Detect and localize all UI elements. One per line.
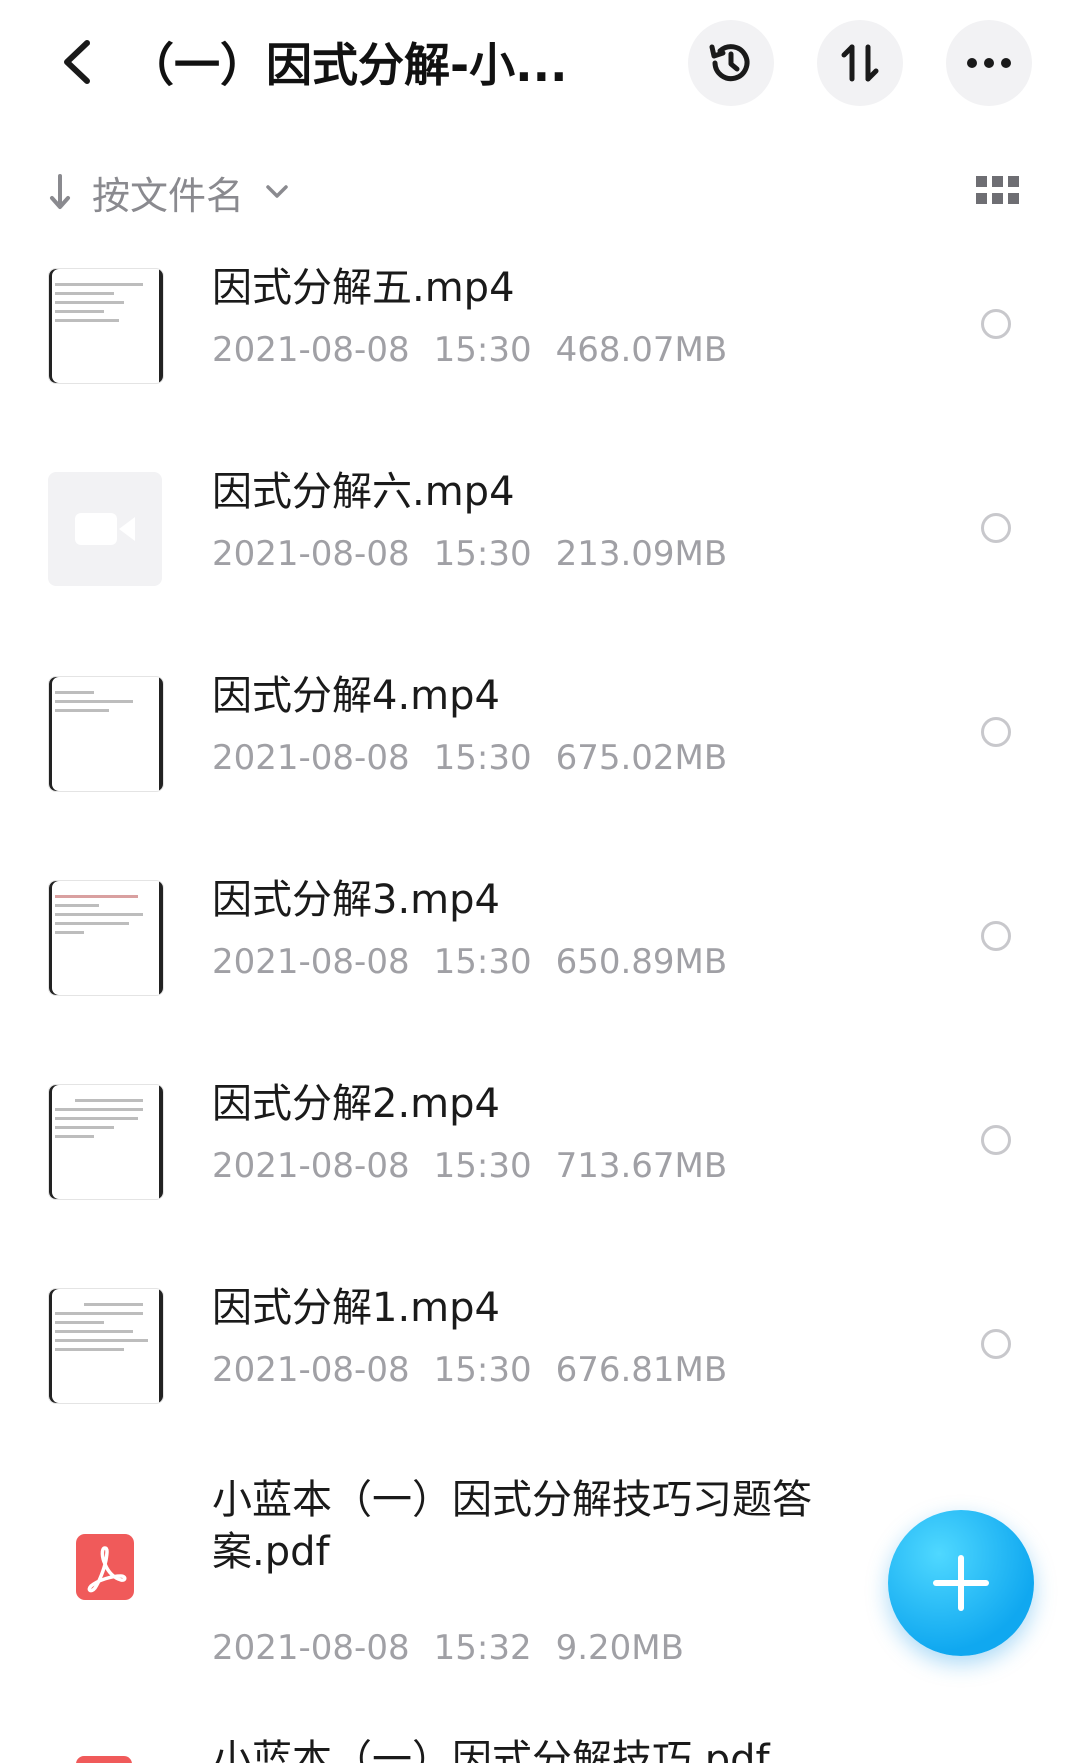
file-thumbnail	[48, 1510, 162, 1624]
file-time: 15:30	[433, 330, 532, 370]
file-size: 713.67MB	[555, 1146, 728, 1186]
file-date: 2021-08-08	[212, 942, 410, 982]
select-radio[interactable]	[981, 513, 1011, 543]
file-time: 15:30	[433, 1146, 532, 1186]
file-meta: 2021-08-08 15:30 675.02MB	[212, 736, 727, 780]
video-camera-icon	[75, 513, 135, 545]
file-date: 2021-08-08	[212, 738, 410, 778]
file-thumbnail	[48, 676, 164, 792]
history-button[interactable]	[688, 20, 774, 106]
plus-icon	[933, 1555, 989, 1611]
file-meta: 2021-08-08 15:30 213.09MB	[212, 532, 727, 576]
header-bar: （一）因式分解-小...	[0, 0, 1080, 130]
file-date: 2021-08-08	[212, 1146, 410, 1186]
file-row[interactable]: 因式分解1.mp4 2021-08-08 15:30 676.81MB	[0, 1270, 1080, 1474]
file-list: 因式分解五.mp4 2021-08-08 15:30 468.07MB 因式分解六.…	[0, 250, 1080, 1724]
sort-order-button[interactable]	[817, 20, 903, 106]
file-size: 650.89MB	[555, 942, 728, 982]
sort-bar: 按文件名	[0, 150, 1080, 230]
sort-by-label: 按文件名	[92, 173, 245, 218]
file-row[interactable]: 因式分解五.mp4 2021-08-08 15:30 468.07MB	[0, 250, 1080, 454]
file-name: 小蓝本（一）因式分解技巧.pdf	[212, 1737, 770, 1763]
more-horizontal-icon	[967, 58, 1011, 68]
select-radio[interactable]	[981, 1329, 1011, 1359]
arrow-down-icon	[50, 174, 70, 209]
file-meta: 2021-08-08 15:30 676.81MB	[212, 1348, 727, 1392]
file-row[interactable]: 因式分解4.mp4 2021-08-08 15:30 675.02MB	[0, 658, 1080, 862]
file-time: 15:30	[433, 1350, 532, 1390]
add-button[interactable]	[888, 1510, 1034, 1656]
select-radio[interactable]	[981, 1125, 1011, 1155]
chevron-down-icon	[266, 185, 288, 198]
file-name: 因式分解2.mp4	[212, 1081, 500, 1127]
file-name: 因式分解3.mp4	[212, 877, 500, 923]
file-meta: 2021-08-08 15:30 713.67MB	[212, 1144, 727, 1188]
file-size: 213.09MB	[555, 534, 728, 574]
file-meta: 2021-08-08 15:30 650.89MB	[212, 940, 727, 984]
file-row[interactable]: 因式分解3.mp4 2021-08-08 15:30 650.89MB	[0, 862, 1080, 1066]
file-time: 15:30	[433, 942, 532, 982]
select-radio[interactable]	[981, 717, 1011, 747]
file-date: 2021-08-08	[212, 534, 410, 574]
file-size: 9.20MB	[555, 1628, 684, 1668]
file-date: 2021-08-08	[212, 1350, 410, 1390]
select-radio[interactable]	[981, 309, 1011, 339]
file-thumbnail	[48, 880, 164, 996]
file-date: 2021-08-08	[212, 330, 410, 370]
file-name: 因式分解六.mp4	[212, 469, 515, 515]
file-name: 因式分解4.mp4	[212, 673, 500, 719]
file-size: 676.81MB	[555, 1350, 728, 1390]
file-row[interactable]: 因式分解2.mp4 2021-08-08 15:30 713.67MB	[0, 1066, 1080, 1270]
page-title: （一）因式分解-小...	[128, 38, 568, 92]
file-size: 468.07MB	[555, 330, 728, 370]
file-thumbnail	[48, 472, 162, 586]
file-meta: 2021-08-08 15:30 468.07MB	[212, 328, 727, 372]
pdf-file-icon	[76, 1756, 132, 1763]
file-row[interactable]: 小蓝本（一）因式分解技巧.pdf	[0, 1720, 1080, 1763]
file-time: 15:30	[433, 534, 532, 574]
file-name: 因式分解五.mp4	[212, 265, 515, 311]
file-time: 15:32	[433, 1628, 532, 1668]
sort-order-icon	[841, 44, 879, 82]
chevron-left-icon	[64, 40, 90, 84]
pdf-file-icon	[76, 1534, 134, 1600]
sort-by-dropdown[interactable]: 按文件名	[44, 164, 290, 220]
file-time: 15:30	[433, 738, 532, 778]
file-size: 675.02MB	[555, 738, 728, 778]
grid-view-icon[interactable]	[976, 176, 1020, 208]
select-radio[interactable]	[981, 921, 1011, 951]
file-meta: 2021-08-08 15:32 9.20MB	[212, 1626, 684, 1670]
file-name: 小蓝本（一）因式分解技巧习题答案.pdf	[212, 1477, 812, 1575]
file-row[interactable]: 因式分解六.mp4 2021-08-08 15:30 213.09MB	[0, 454, 1080, 658]
more-button[interactable]	[946, 20, 1032, 106]
file-date: 2021-08-08	[212, 1628, 410, 1668]
history-icon	[709, 44, 750, 82]
file-thumbnail	[48, 268, 164, 384]
back-button[interactable]	[44, 30, 108, 94]
file-name: 因式分解1.mp4	[212, 1285, 500, 1331]
file-thumbnail	[48, 1288, 164, 1404]
file-thumbnail	[48, 1084, 164, 1200]
